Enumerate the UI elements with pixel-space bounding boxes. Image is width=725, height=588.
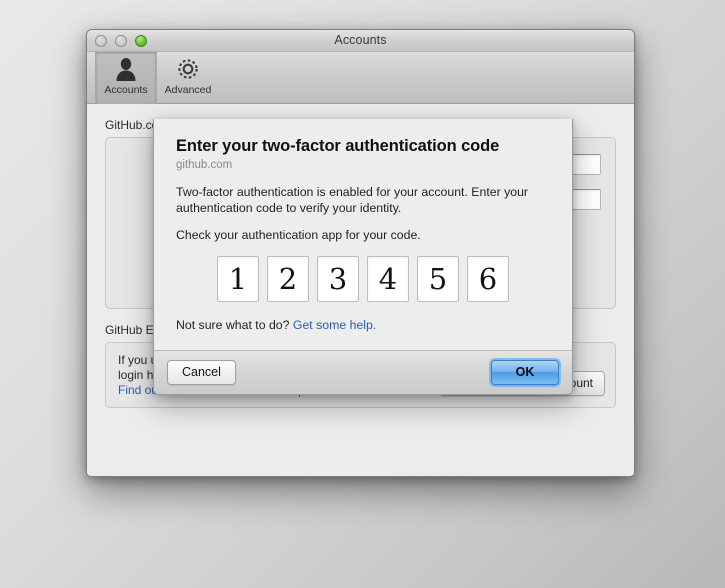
toolbar-label-advanced: Advanced (164, 84, 212, 96)
gear-icon (175, 55, 201, 83)
window-titlebar[interactable]: Accounts (87, 30, 634, 52)
code-digit-5[interactable]: 5 (417, 256, 459, 302)
code-digit-1[interactable]: 1 (217, 256, 259, 302)
person-icon (113, 55, 139, 83)
code-digit-4[interactable]: 4 (367, 256, 409, 302)
code-digit-2[interactable]: 2 (267, 256, 309, 302)
help-prefix-text: Not sure what to do? (176, 318, 293, 332)
dialog-footer: Cancel OK (154, 350, 572, 394)
dialog-domain: github.com (176, 159, 233, 171)
code-digit-3[interactable]: 3 (317, 256, 359, 302)
toolbar-label-accounts: Accounts (104, 84, 148, 96)
toolbar-item-advanced[interactable]: Advanced (157, 52, 219, 104)
get-help-link[interactable]: Get some help. (293, 318, 376, 332)
code-input-row: 1 2 3 4 5 6 (176, 256, 550, 302)
accounts-window: Accounts Accounts Advanced GitHub.com Gi… (86, 29, 635, 477)
toolbar-item-accounts[interactable]: Accounts (95, 52, 157, 104)
dialog-title: Enter your two-factor authentication cod… (176, 137, 500, 155)
window-title: Accounts (334, 33, 387, 47)
ok-button[interactable]: OK (491, 360, 559, 385)
dialog-paragraph-1: Two-factor authentication is enabled for… (176, 185, 529, 215)
two-factor-dialog: Enter your two-factor authentication cod… (153, 119, 573, 395)
help-row: Not sure what to do? Get some help. (176, 318, 550, 332)
preferences-toolbar: Accounts Advanced (87, 52, 634, 104)
dialog-paragraph-2: Check your authentication app for your c… (176, 228, 421, 242)
cancel-button[interactable]: Cancel (167, 360, 236, 385)
code-digit-6[interactable]: 6 (467, 256, 509, 302)
dialog-body: Enter your two-factor authentication cod… (154, 119, 572, 350)
